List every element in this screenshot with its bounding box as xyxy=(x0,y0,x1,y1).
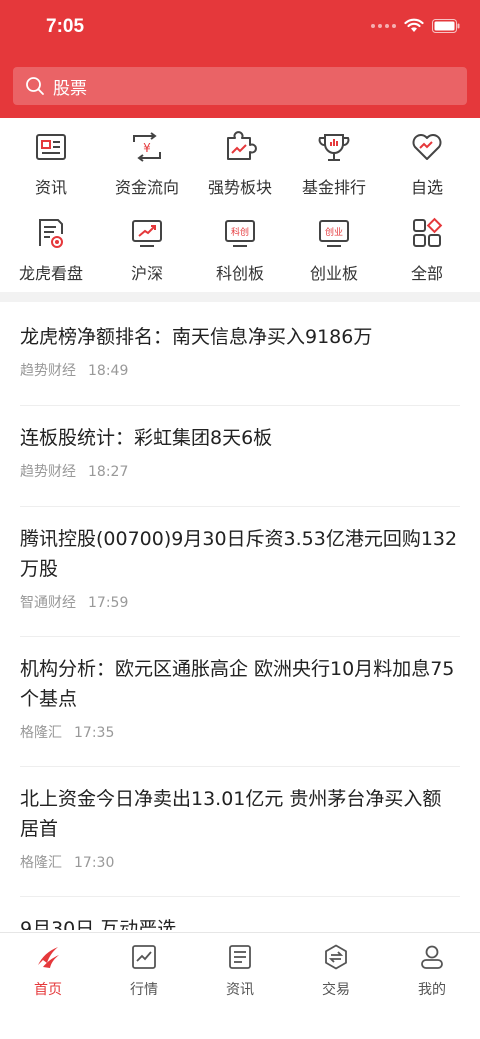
shortcut-grid: 资讯 ¥ 资金流向 强势板块 基金排行 自选 龙虎看盘 沪深 科创 科创板 创业… xyxy=(0,118,480,292)
news-source: 格隆汇 xyxy=(20,855,62,871)
news-time: 17:30 xyxy=(74,855,115,871)
search-icon xyxy=(26,77,44,95)
user-icon xyxy=(418,943,446,971)
shortcut-watchlist[interactable]: 自选 xyxy=(379,118,475,198)
news-source: 趋势财经 xyxy=(20,464,76,480)
news-title: 北上资金今日净卖出13.01亿元 贵州茅台净买入额居首 xyxy=(20,788,442,840)
tab-trade[interactable]: 交易 xyxy=(288,943,384,999)
shortcut-strong-sectors[interactable]: 强势板块 xyxy=(192,118,288,198)
shortcut-label: 创业板 xyxy=(309,264,358,283)
news-time: 17:59 xyxy=(88,595,129,611)
news-meta: 智通财经 17:59 xyxy=(20,592,460,612)
news-meta: 趋势财经 18:49 xyxy=(20,360,460,380)
wifi-icon xyxy=(404,18,424,32)
shortcut-chinext[interactable]: 创业 创业板 xyxy=(286,204,382,284)
news-item[interactable]: 北上资金今日净卖出13.01亿元 贵州茅台净买入额居首 格隆汇 17:30 xyxy=(20,784,460,897)
dragon-tiger-icon xyxy=(34,216,68,250)
shortcut-fund-flow[interactable]: ¥ 资金流向 xyxy=(99,118,195,198)
news-time: 18:27 xyxy=(88,464,129,480)
search-placeholder: 股票 xyxy=(53,78,87,99)
document-icon xyxy=(226,943,254,971)
news-meta: 格隆汇 17:30 xyxy=(20,852,460,872)
exchange-icon xyxy=(322,943,350,971)
shortcut-label: 强势板块 xyxy=(207,178,272,197)
news-item[interactable]: 9月30日 互动严选 xyxy=(20,914,460,930)
news-time: 17:35 xyxy=(74,725,115,741)
news-title: 9月30日 互动严选 xyxy=(20,918,177,930)
all-icon xyxy=(410,216,444,250)
tab-label: 首页 xyxy=(34,982,62,998)
news-item[interactable]: 龙虎榜净额排名：南天信息净买入9186万 趋势财经 18:49 xyxy=(20,322,460,406)
tab-label: 行情 xyxy=(130,982,158,998)
shortcut-fund-ranking[interactable]: 基金排行 xyxy=(286,118,382,198)
chuangye-badge-text: 创业 xyxy=(325,226,343,238)
puzzle-icon xyxy=(223,130,257,164)
shortcut-label: 全部 xyxy=(410,264,443,283)
news-item[interactable]: 机构分析：欧元区通胀高企 欧洲央行10月料加息75个基点 格隆汇 17:35 xyxy=(20,654,460,767)
chuangye-icon: 创业 xyxy=(317,216,351,250)
news-list: 龙虎榜净额排名：南天信息净买入9186万 趋势财经 18:49 连板股统计：彩虹集… xyxy=(0,302,480,930)
trophy-icon xyxy=(317,130,351,164)
news-title: 机构分析：欧元区通胀高企 欧洲央行10月料加息75个基点 xyxy=(20,658,455,710)
tab-label: 交易 xyxy=(322,982,350,998)
tab-home[interactable]: 首页 xyxy=(0,943,96,999)
bottom-tab-bar: 首页 行情 资讯 交易 我的 xyxy=(0,932,480,1039)
shortcut-label: 资金流向 xyxy=(114,178,179,197)
tab-label: 资讯 xyxy=(226,982,254,998)
kechuang-badge-text: 科创 xyxy=(231,226,249,238)
kechuang-icon: 科创 xyxy=(223,216,257,250)
news-source: 格隆汇 xyxy=(20,725,62,741)
home-logo-icon xyxy=(34,943,62,971)
shortcut-label: 龙虎看盘 xyxy=(18,264,83,283)
news-title: 腾讯控股(00700)9月30日斥资3.53亿港元回购132万股 xyxy=(20,528,458,580)
status-icons xyxy=(371,18,460,33)
news-meta: 格隆汇 17:35 xyxy=(20,722,460,742)
fund-flow-icon: ¥ xyxy=(130,130,164,164)
heart-icon xyxy=(410,130,444,164)
shortcut-label: 基金排行 xyxy=(301,178,366,197)
shortcut-label: 自选 xyxy=(410,178,443,197)
news-item[interactable]: 腾讯控股(00700)9月30日斥资3.53亿港元回购132万股 智通财经 17:… xyxy=(20,524,460,637)
header: 7:05 股票 xyxy=(0,0,480,118)
signal-icon xyxy=(371,23,396,28)
tab-market[interactable]: 行情 xyxy=(96,943,192,999)
news-source: 智通财经 xyxy=(20,595,76,611)
news-title: 连板股统计：彩虹集团8天6板 xyxy=(20,427,273,449)
news-title: 龙虎榜净额排名：南天信息净买入9186万 xyxy=(20,326,373,348)
news-time: 18:49 xyxy=(88,363,129,379)
market-chart-icon xyxy=(130,943,158,971)
news-icon xyxy=(34,130,68,164)
svg-text:¥: ¥ xyxy=(143,141,151,155)
shortcut-news[interactable]: 资讯 xyxy=(3,118,99,198)
search-input[interactable]: 股票 xyxy=(13,67,467,105)
section-divider xyxy=(0,292,480,302)
news-meta: 趋势财经 18:27 xyxy=(20,461,460,481)
shortcut-label: 科创板 xyxy=(215,264,264,283)
status-time: 7:05 xyxy=(46,16,85,37)
shortcut-dragon-tiger[interactable]: 龙虎看盘 xyxy=(3,204,99,284)
trend-icon xyxy=(130,216,164,250)
news-source: 趋势财经 xyxy=(20,363,76,379)
tab-news[interactable]: 资讯 xyxy=(192,943,288,999)
battery-icon xyxy=(432,18,460,33)
tab-label: 我的 xyxy=(418,982,446,998)
news-item[interactable]: 连板股统计：彩虹集团8天6板 趋势财经 18:27 xyxy=(20,423,460,507)
shortcut-hushen[interactable]: 沪深 xyxy=(99,204,195,284)
shortcut-star-market[interactable]: 科创 科创板 xyxy=(192,204,288,284)
shortcut-all[interactable]: 全部 xyxy=(379,204,475,284)
status-bar: 7:05 xyxy=(0,0,480,56)
tab-mine[interactable]: 我的 xyxy=(384,943,480,999)
shortcut-label: 资讯 xyxy=(34,178,67,197)
shortcut-label: 沪深 xyxy=(130,264,163,283)
